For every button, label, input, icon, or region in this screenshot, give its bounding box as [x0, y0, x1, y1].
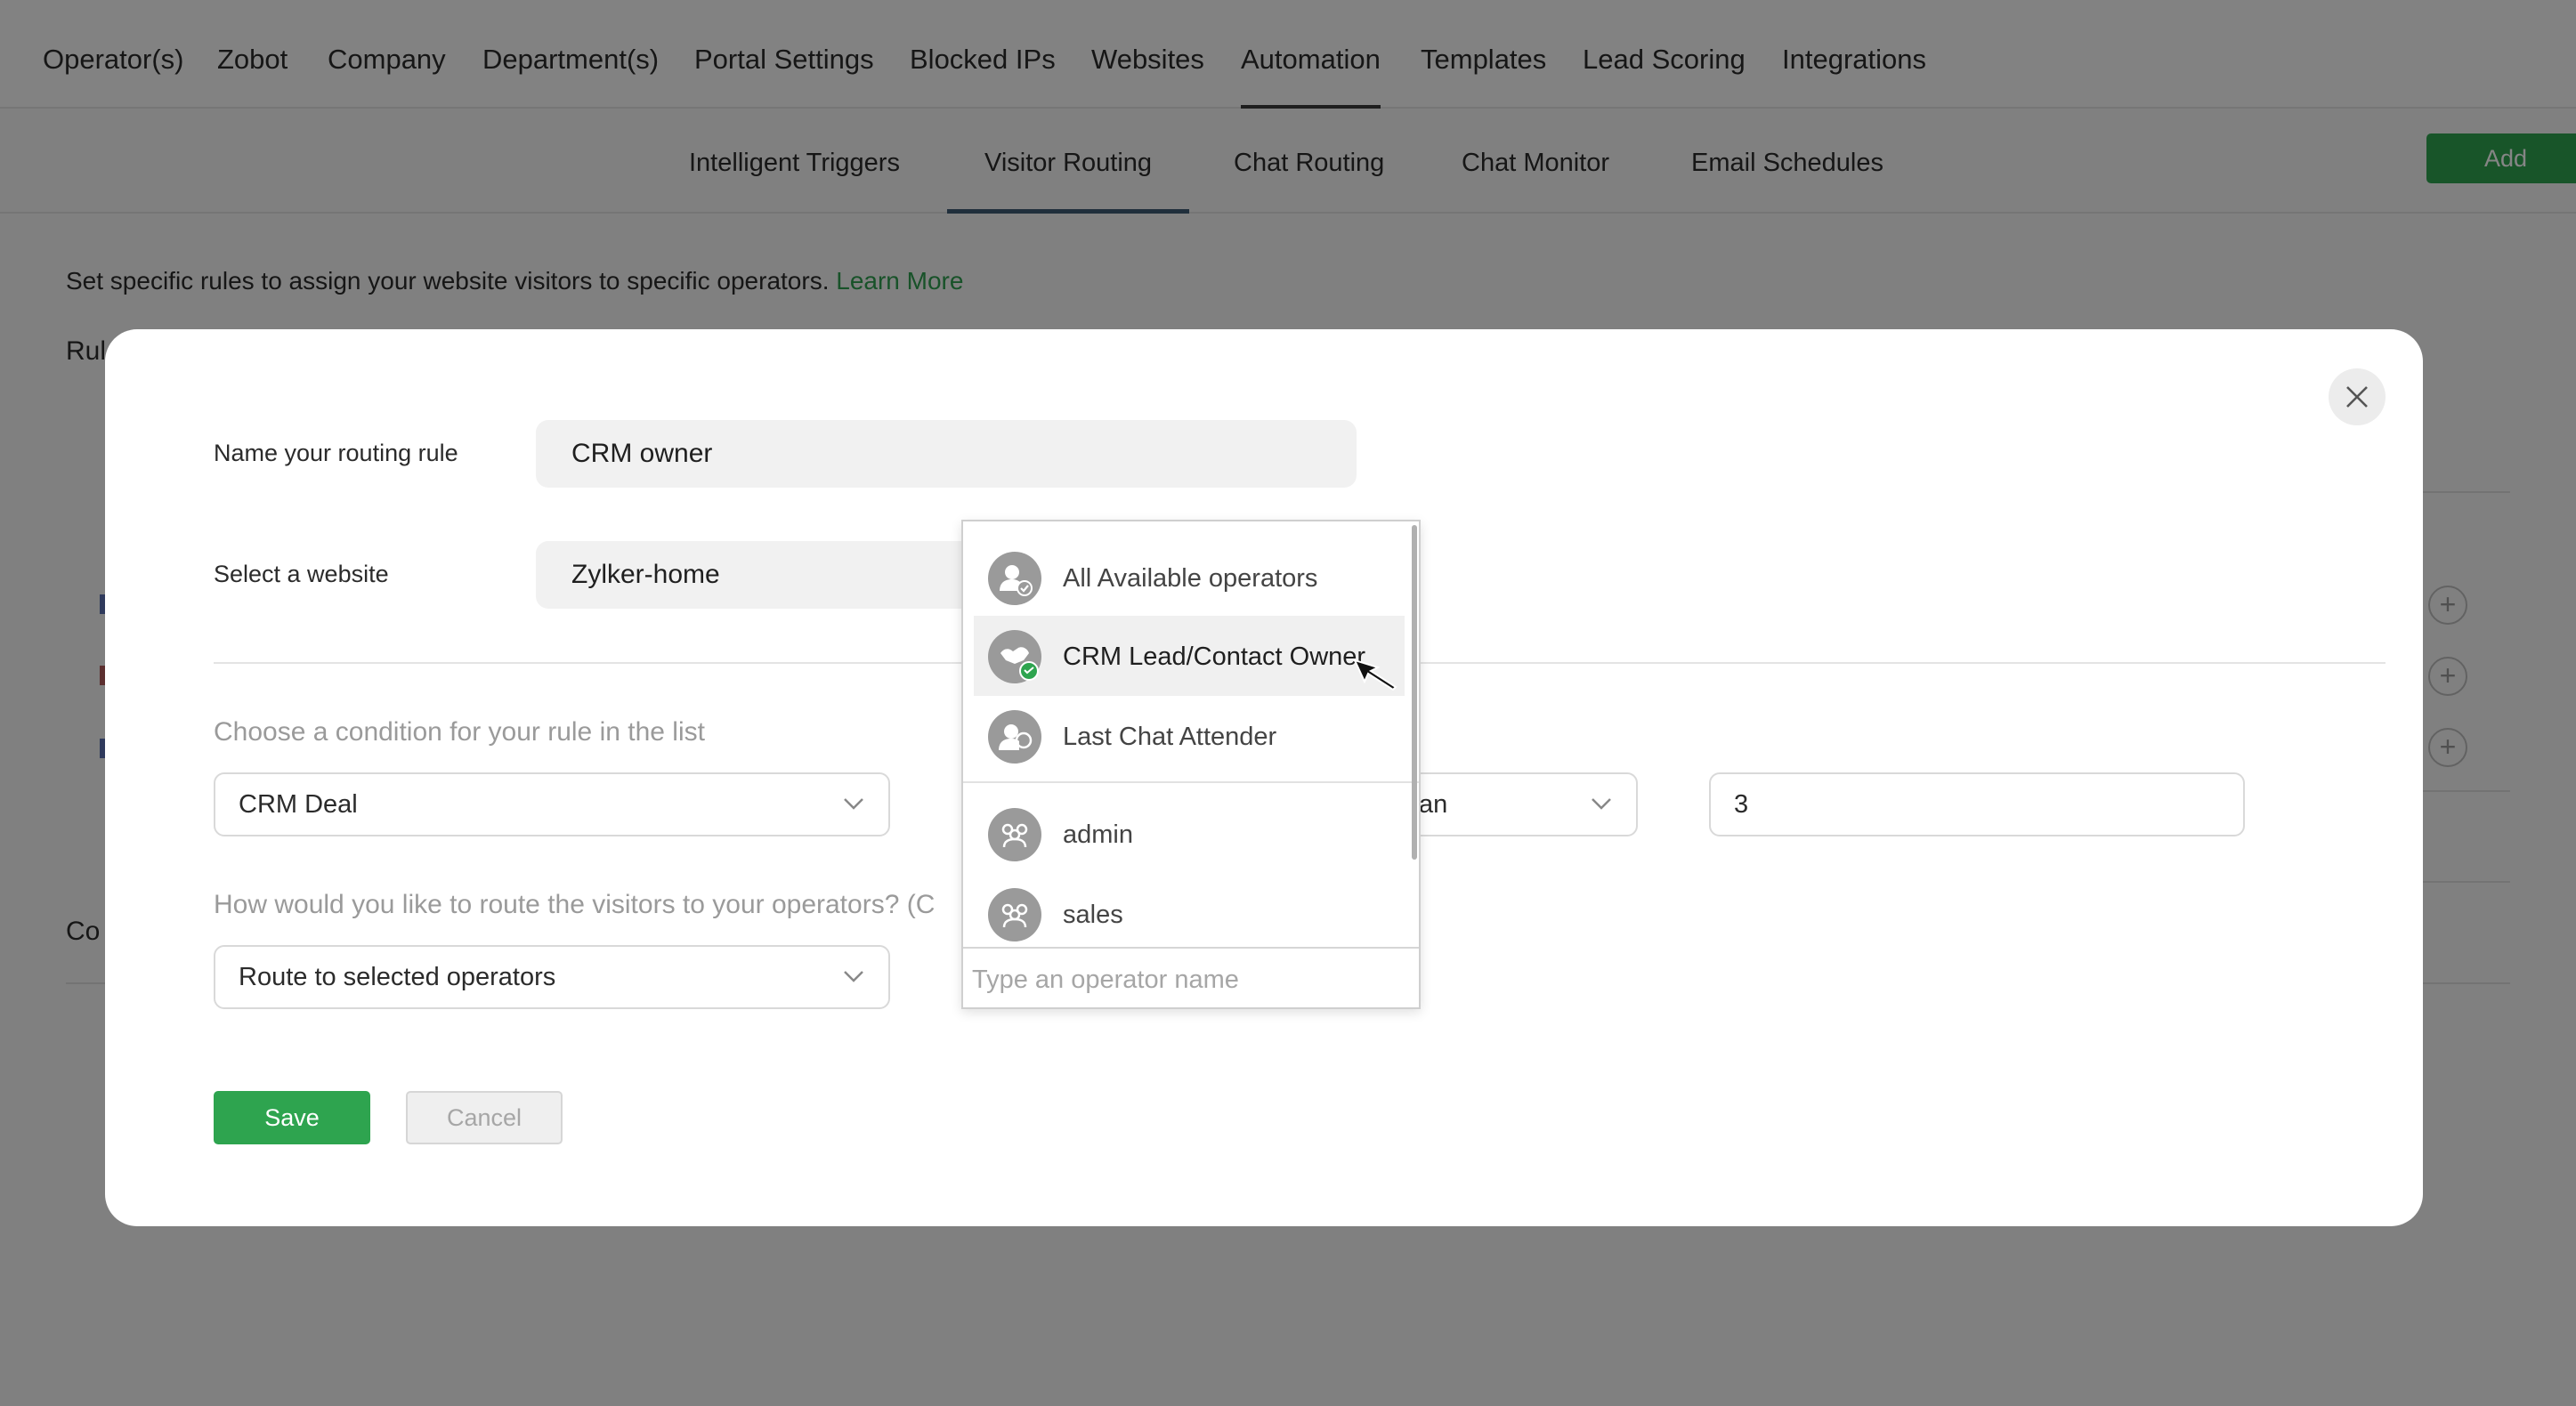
close-icon [2346, 386, 2368, 408]
user-chat-icon [988, 710, 1041, 764]
dropdown-list: All Available operators CRM Lead/Contact… [963, 521, 1419, 947]
route-select[interactable]: Route to selected operators [214, 945, 890, 1009]
dropdown-scrollbar[interactable] [1412, 525, 1417, 860]
dropdown-option-label: CRM Lead/Contact Owner [1063, 642, 1366, 671]
chevron-down-icon [844, 971, 863, 982]
dropdown-option-all-available[interactable]: All Available operators [974, 537, 1405, 618]
dropdown-option-last-chat-attender[interactable]: Last Chat Attender [974, 696, 1405, 776]
dropdown-option-label: sales [1063, 901, 1123, 929]
dropdown-option-crm-owner[interactable]: CRM Lead/Contact Owner [974, 616, 1405, 696]
value-input[interactable]: 3 [1709, 772, 2245, 836]
rule-name-label: Name your routing rule [214, 440, 458, 466]
dropdown-option-admin[interactable]: admin [974, 794, 1405, 874]
operator-dropdown: All Available operators CRM Lead/Contact… [961, 520, 1421, 1009]
cancel-button[interactable]: Cancel [406, 1091, 563, 1144]
save-button[interactable]: Save [214, 1091, 370, 1144]
operator-search-box [963, 947, 1419, 1007]
crm-owner-icon [988, 630, 1041, 683]
chevron-down-icon [1592, 798, 1611, 810]
route-value: Route to selected operators [239, 963, 556, 991]
close-button[interactable] [2329, 368, 2386, 425]
dropdown-option-label: admin [1063, 820, 1133, 849]
website-select[interactable]: Zylker-home [536, 541, 981, 609]
dropdown-option-label: All Available operators [1063, 564, 1318, 593]
user-check-icon [988, 552, 1041, 605]
dropdown-option-sales[interactable]: sales [974, 874, 1405, 947]
rule-name-input[interactable]: CRM owner [536, 420, 1357, 488]
chevron-down-icon [844, 798, 863, 810]
dropdown-option-label: Last Chat Attender [1063, 723, 1277, 751]
group-icon [988, 888, 1041, 941]
website-label: Select a website [214, 561, 389, 587]
route-label: How would you like to route the visitors… [214, 890, 936, 919]
dropdown-separator [963, 781, 1419, 783]
mouse-cursor-icon [1353, 659, 1397, 691]
condition-select[interactable]: CRM Deal [214, 772, 890, 836]
group-icon [988, 808, 1041, 861]
condition-value: CRM Deal [239, 790, 358, 819]
condition-label: Choose a condition for your rule in the … [214, 717, 705, 747]
operator-search-input[interactable] [970, 954, 1410, 1006]
